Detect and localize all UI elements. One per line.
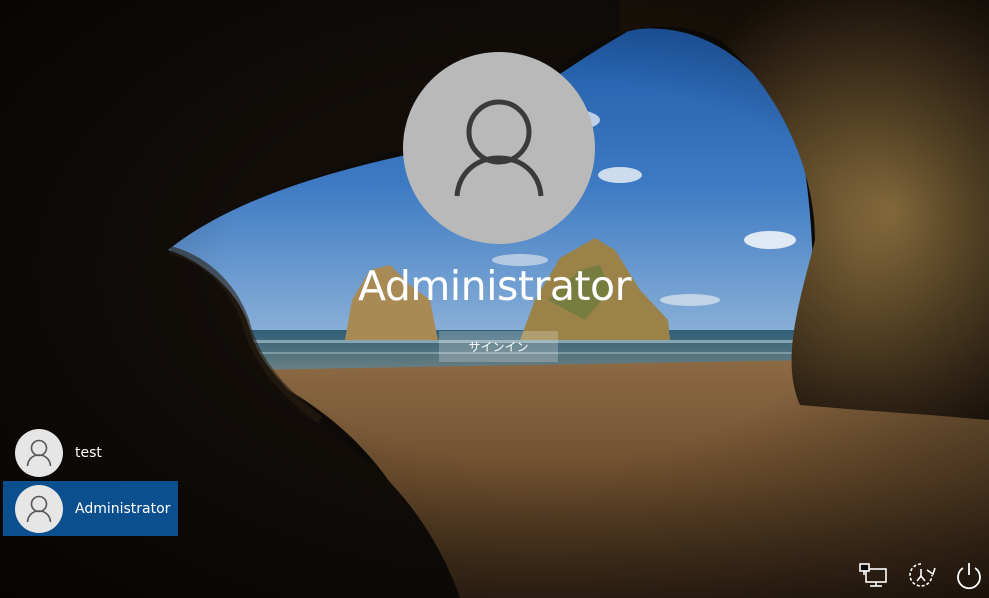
sign-in-button[interactable]: サインイン	[439, 331, 558, 362]
person-icon	[26, 439, 52, 466]
person-icon	[454, 99, 544, 197]
user-avatar	[15, 484, 63, 533]
user-item-label: test	[75, 444, 102, 461]
network-icon[interactable]	[855, 557, 891, 593]
user-item-label: Administrator	[75, 500, 171, 517]
power-icon[interactable]	[951, 557, 987, 593]
user-avatar	[15, 428, 63, 477]
person-icon	[26, 495, 52, 522]
user-item-administrator[interactable]: Administrator	[3, 481, 178, 536]
selected-username: Administrator	[358, 262, 632, 310]
user-switcher-list: test Administrator	[3, 425, 178, 536]
user-avatar-large	[403, 52, 595, 244]
user-item-test[interactable]: test	[3, 425, 178, 480]
ease-of-access-icon[interactable]	[903, 557, 939, 593]
